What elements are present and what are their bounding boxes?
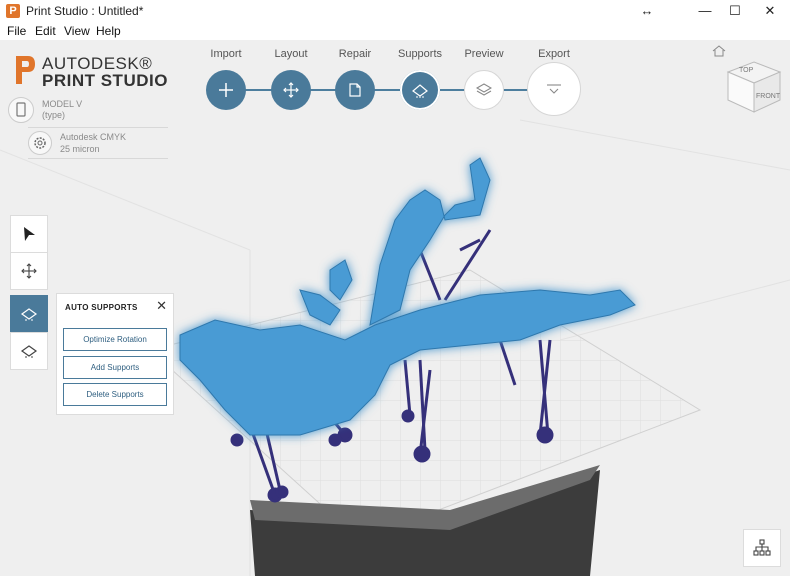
step-label: Import <box>210 48 242 60</box>
manual-supports-icon[interactable] <box>10 332 48 370</box>
repair-icon[interactable] <box>335 70 375 110</box>
window-title: Print Studio : Untitled* <box>26 4 144 18</box>
menu-view[interactable]: View <box>64 24 90 38</box>
material-resolution: 25 micron <box>60 144 100 154</box>
menu-file[interactable]: File <box>7 24 26 38</box>
select-arrow-icon[interactable] <box>10 215 48 253</box>
supports-icon[interactable] <box>400 70 440 110</box>
optimize-rotation-button[interactable]: Optimize Rotation <box>63 328 167 351</box>
left-toolbar <box>10 215 48 370</box>
viewcube[interactable]: TOP FRONT <box>722 50 786 120</box>
logo-print-studio: PRINT STUDIO <box>42 71 168 90</box>
hierarchy-button[interactable] <box>743 529 781 567</box>
panel-title: AUTO SUPPORTS <box>65 303 138 312</box>
export-icon[interactable] <box>527 62 581 116</box>
step-label: Layout <box>274 48 308 60</box>
close-button[interactable]: ✕ <box>755 0 785 22</box>
step-label: Supports <box>397 48 443 60</box>
resize-icon[interactable]: ↔ <box>632 0 662 22</box>
auto-supports-panel: AUTO SUPPORTS ✕ Optimize Rotation Add Su… <box>56 293 174 415</box>
minimize-button[interactable]: — <box>690 0 720 22</box>
printer-selector[interactable]: MODEL V (type) <box>8 97 168 123</box>
maximize-button[interactable]: ☐ <box>720 0 750 22</box>
material-selector[interactable]: Autodesk CMYK 25 micron <box>28 127 168 159</box>
print-studio-logo-icon <box>16 56 35 84</box>
menu-edit[interactable]: Edit <box>35 24 56 38</box>
gear-icon[interactable] <box>28 131 52 155</box>
move-icon[interactable] <box>10 252 48 290</box>
close-icon[interactable]: ✕ <box>156 299 167 313</box>
viewcube-top-label[interactable]: TOP <box>739 67 754 74</box>
viewcube-front-label[interactable]: FRONT <box>756 93 781 100</box>
plus-icon[interactable] <box>206 70 246 110</box>
material-name: Autodesk CMYK <box>60 132 127 142</box>
step-label: Repair <box>338 48 372 60</box>
move-icon[interactable] <box>271 70 311 110</box>
auto-supports-icon[interactable] <box>10 295 48 333</box>
step-label: Export <box>538 48 570 60</box>
delete-supports-button[interactable]: Delete Supports <box>63 383 167 406</box>
hierarchy-icon <box>753 539 771 556</box>
printer-name: MODEL V <box>42 99 83 109</box>
printer-device-icon[interactable] <box>8 97 34 123</box>
add-supports-button[interactable]: Add Supports <box>63 356 167 379</box>
3d-viewport[interactable]: AUTODESK® PRINT STUDIO MODEL V (type) Au… <box>0 40 790 576</box>
menu-bar: File Edit View Help <box>0 22 790 40</box>
printer-type: (type) <box>42 110 66 120</box>
title-bar: P Print Studio : Untitled* ↔ — ☐ ✕ <box>0 0 790 23</box>
layers-icon[interactable] <box>464 70 504 110</box>
app-icon: P <box>6 4 20 18</box>
step-label: Preview <box>464 48 504 60</box>
menu-help[interactable]: Help <box>96 24 121 38</box>
